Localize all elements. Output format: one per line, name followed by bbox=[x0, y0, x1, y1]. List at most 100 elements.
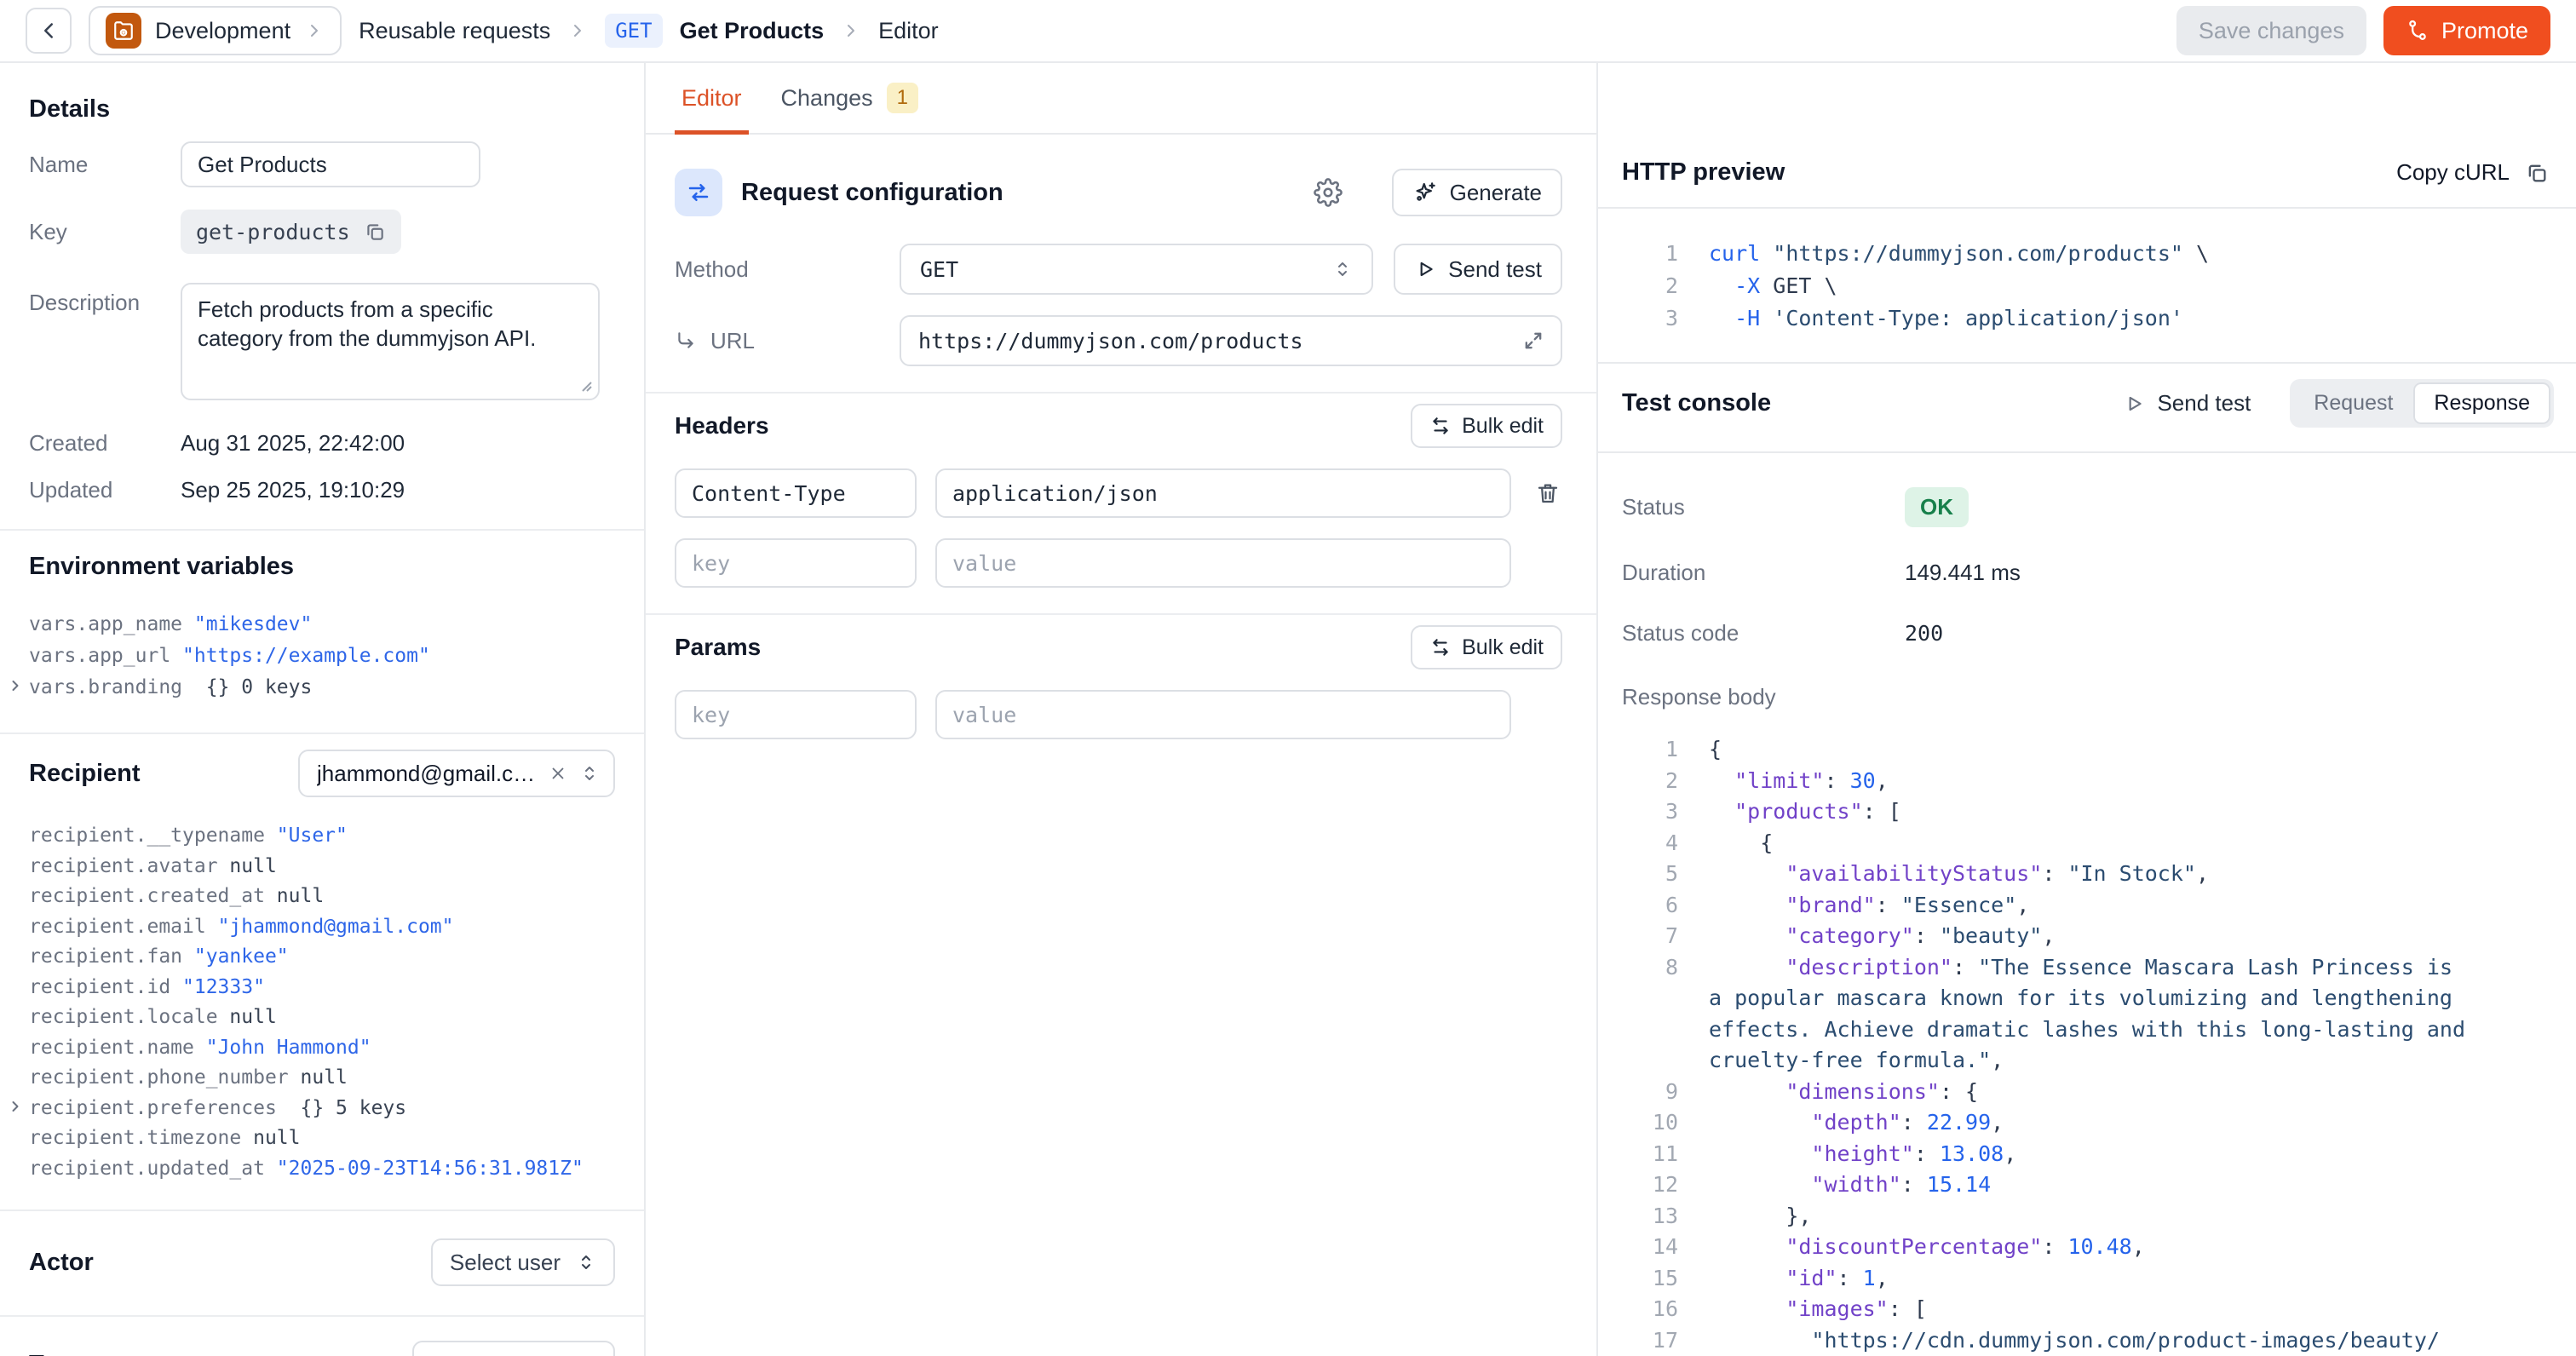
promote-button-label: Promote bbox=[2441, 18, 2528, 44]
header-value-input[interactable] bbox=[935, 468, 1511, 518]
http-preview-title: HTTP preview bbox=[1622, 158, 1785, 187]
console-send-test-button[interactable]: Send test bbox=[2118, 389, 2256, 417]
recipient-title: Recipient bbox=[29, 758, 141, 789]
generate-button-label: Generate bbox=[1450, 180, 1542, 206]
section-divider bbox=[646, 392, 1596, 394]
recipient-variable-row: recipient.__typename "User" bbox=[29, 821, 615, 852]
variable-key: recipient.preferences bbox=[29, 1097, 301, 1119]
environment-variables-title: Environment variables bbox=[29, 551, 615, 582]
tenant-select-button[interactable]: Select tenant bbox=[412, 1341, 615, 1356]
gear-icon[interactable] bbox=[1314, 178, 1343, 207]
method-value: GET bbox=[920, 257, 958, 282]
variable-key: recipient.locale bbox=[29, 1006, 229, 1028]
variable-key: recipient.id bbox=[29, 976, 182, 998]
params-bulk-edit-button[interactable]: Bulk edit bbox=[1411, 625, 1562, 669]
header-key-input[interactable] bbox=[675, 468, 917, 518]
name-input[interactable] bbox=[181, 141, 480, 187]
variable-value: null bbox=[229, 855, 276, 877]
url-row: URL bbox=[675, 315, 1562, 366]
code-line: 3 "products": [ bbox=[1598, 796, 2576, 828]
breadcrumb-request-name[interactable]: Get Products bbox=[680, 18, 825, 44]
chevron-right-icon[interactable] bbox=[7, 677, 24, 694]
tab-editor[interactable]: Editor bbox=[681, 63, 742, 133]
section-divider bbox=[0, 1315, 644, 1317]
recipient-variable-row: recipient.phone_number null bbox=[29, 1063, 615, 1094]
details-title: Details bbox=[29, 94, 615, 124]
chevron-right-icon[interactable] bbox=[7, 1098, 24, 1115]
code-line: 7 "category": "beauty", bbox=[1598, 921, 2576, 952]
environment-name: Development bbox=[155, 18, 290, 44]
request-configuration-header: Request configuration Generate bbox=[675, 169, 1562, 216]
variable-value: null bbox=[229, 1006, 276, 1028]
delete-header-button[interactable] bbox=[1535, 480, 1561, 506]
variable-key: recipient.fan bbox=[29, 945, 194, 968]
method-select[interactable]: GET bbox=[900, 244, 1373, 295]
copy-curl-button[interactable]: Copy cURL bbox=[2391, 158, 2554, 187]
recipient-combobox[interactable]: jhammond@gmail.com bbox=[298, 750, 615, 797]
response-body-label: Response body bbox=[1622, 684, 1905, 710]
name-row: Name bbox=[29, 141, 615, 187]
section-divider bbox=[0, 1209, 644, 1211]
line-number: 11 bbox=[1598, 1139, 1709, 1170]
variable-key: vars.branding bbox=[29, 676, 206, 698]
chevron-up-down-icon bbox=[576, 1252, 596, 1273]
clear-icon[interactable] bbox=[549, 764, 567, 783]
back-button[interactable] bbox=[26, 8, 72, 54]
resize-handle-icon[interactable] bbox=[578, 377, 593, 393]
http-preview-header: HTTP preview Copy cURL bbox=[1598, 63, 2576, 209]
generate-button[interactable]: Generate bbox=[1392, 169, 1562, 216]
variable-value: "mikesdev" bbox=[194, 613, 312, 635]
chevron-right-icon bbox=[567, 20, 588, 41]
git-merge-icon bbox=[2406, 19, 2429, 43]
code-line: 3 -H 'Content-Type: application/json' bbox=[1598, 302, 2556, 335]
response-body-code: 1{2 "limit": 30,3 "products": [4 {5 "ava… bbox=[1598, 734, 2576, 1356]
line-number: 17 bbox=[1598, 1325, 1709, 1356]
editor-tabbar: Editor Changes 1 bbox=[646, 63, 1596, 135]
code-line: 4 { bbox=[1598, 828, 2576, 859]
params-bulk-edit-label: Bulk edit bbox=[1462, 635, 1544, 660]
request-tab[interactable]: Request bbox=[2293, 382, 2413, 424]
tab-changes[interactable]: Changes 1 bbox=[781, 63, 918, 133]
response-tab[interactable]: Response bbox=[2413, 382, 2550, 424]
code-line: 2 "limit": 30, bbox=[1598, 766, 2576, 797]
environment-selector[interactable]: Development bbox=[89, 6, 342, 55]
variable-value: null bbox=[277, 885, 324, 907]
header-key-input[interactable] bbox=[675, 538, 917, 588]
description-label: Description bbox=[29, 283, 181, 316]
send-test-button[interactable]: Send test bbox=[1394, 244, 1562, 295]
key-value: get-products bbox=[196, 220, 350, 244]
url-input[interactable] bbox=[900, 315, 1562, 366]
description-textarea[interactable]: Fetch products from a specific category … bbox=[181, 283, 600, 400]
name-label: Name bbox=[29, 152, 181, 178]
headers-bulk-edit-label: Bulk edit bbox=[1462, 414, 1544, 439]
line-number bbox=[1598, 1045, 1709, 1077]
param-row-empty bbox=[675, 690, 1562, 739]
param-value-input[interactable] bbox=[935, 690, 1511, 739]
actor-select-button[interactable]: Select user bbox=[431, 1238, 615, 1286]
response-body-row: Response body bbox=[1598, 684, 2576, 710]
header-value-input[interactable] bbox=[935, 538, 1511, 588]
code-line: 16 "images": [ bbox=[1598, 1294, 2576, 1325]
line-number: 2 bbox=[1598, 270, 1709, 302]
variable-key: recipient.updated_at bbox=[29, 1158, 277, 1180]
recipient-variable-row: recipient.preferences {} 5 keys bbox=[29, 1094, 615, 1124]
save-changes-button[interactable]: Save changes bbox=[2176, 6, 2366, 55]
expand-icon[interactable] bbox=[1521, 329, 1545, 353]
environment-variable-row: vars.app_name "mikesdev" bbox=[29, 609, 615, 641]
copy-curl-label: Copy cURL bbox=[2396, 159, 2510, 186]
breadcrumb-page: Editor bbox=[878, 18, 939, 44]
code-line: 11 "height": 13.08, bbox=[1598, 1139, 2576, 1170]
headers-bulk-edit-button[interactable]: Bulk edit bbox=[1411, 404, 1562, 448]
variable-key: vars.app_url bbox=[29, 645, 182, 667]
code-line: a popular mascara known for its volumizi… bbox=[1598, 983, 2576, 1014]
variable-value: null bbox=[301, 1066, 348, 1089]
param-key-input[interactable] bbox=[675, 690, 917, 739]
promote-button[interactable]: Promote bbox=[2383, 6, 2550, 55]
params-header: Params Bulk edit bbox=[675, 625, 1562, 669]
line-number bbox=[1598, 983, 1709, 1014]
copy-icon[interactable] bbox=[364, 221, 386, 243]
code-line: 2 -X GET \ bbox=[1598, 270, 2556, 302]
method-badge: GET bbox=[605, 14, 662, 48]
copy-icon bbox=[2525, 161, 2549, 185]
breadcrumb-section[interactable]: Reusable requests bbox=[359, 18, 550, 44]
